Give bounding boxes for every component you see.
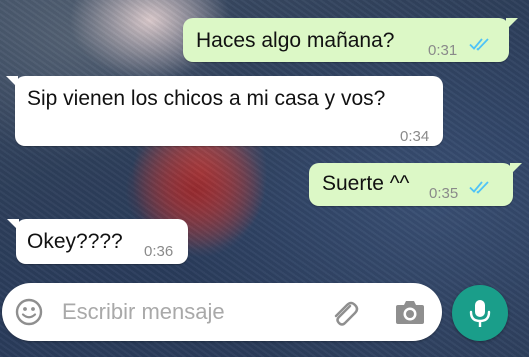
emoji-icon[interactable]	[14, 297, 44, 327]
message-input[interactable]: Escribir mensaje	[62, 299, 225, 325]
message-composer[interactable]: Escribir mensaje	[2, 283, 442, 341]
double-check-icon	[469, 38, 489, 51]
message-text: Sip vienen los chicos a mi casa y vos?	[27, 87, 386, 110]
message-bubble-incoming[interactable]: Sip vienen los chicos a mi casa y vos? 0…	[6, 76, 443, 146]
message-bubble-outgoing[interactable]: Suerte ^^ 0:35	[309, 163, 522, 206]
voice-record-button[interactable]	[452, 285, 508, 341]
message-text: Suerte ^^	[322, 172, 410, 195]
message-text: Haces algo mañana?	[196, 29, 395, 52]
mic-icon	[469, 300, 491, 327]
message-bubble-incoming[interactable]: Okey???? 0:36	[7, 219, 188, 264]
message-bubble-outgoing[interactable]: Haces algo mañana? 0:31	[183, 18, 518, 62]
message-text: Okey????	[27, 230, 123, 253]
message-time: 0:36	[144, 243, 174, 260]
message-time: 0:31	[428, 42, 458, 59]
message-time: 0:35	[429, 185, 459, 202]
attach-icon[interactable]	[328, 297, 360, 329]
message-time: 0:34	[400, 128, 430, 145]
camera-icon[interactable]	[394, 297, 426, 327]
double-check-icon	[469, 181, 489, 194]
